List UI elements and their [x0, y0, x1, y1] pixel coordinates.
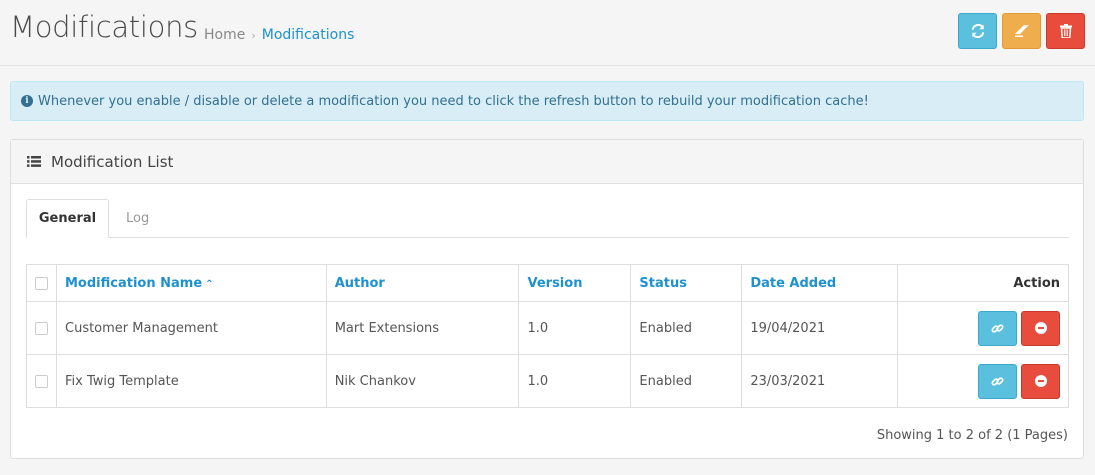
cell-version: 1.0 — [518, 354, 632, 408]
table-row: Customer Management Mart Extensions 1.0 … — [26, 301, 1069, 355]
info-alert-text: Whenever you enable / disable or delete … — [38, 93, 869, 109]
table-header-row: Modification Name ⌃ Author Version Status… — [26, 264, 1069, 302]
delete-button[interactable] — [1046, 13, 1085, 49]
clear-button[interactable] — [1002, 13, 1041, 49]
column-header-action: Action — [897, 264, 1069, 302]
list-icon — [27, 156, 41, 167]
cell-status: Enabled — [630, 354, 743, 408]
row-checkbox[interactable] — [35, 374, 48, 388]
row-select-cell — [26, 301, 57, 355]
cell-version: 1.0 — [518, 301, 632, 355]
modifications-table: Modification Name ⌃ Author Version Status… — [26, 264, 1069, 408]
breadcrumb-modifications-link[interactable]: Modifications — [262, 27, 355, 43]
table-row: Fix Twig Template Nik Chankov 1.0 Enable… — [26, 354, 1069, 408]
modification-list-panel: Modification List General Log Modificati… — [10, 139, 1084, 459]
breadcrumb-home-link[interactable]: Home — [204, 27, 245, 43]
column-header-status[interactable]: Status — [630, 264, 743, 302]
page-header: Modifications Home › Modifications — [0, 0, 1095, 66]
disable-button[interactable] — [1021, 310, 1060, 346]
row-checkbox[interactable] — [35, 321, 48, 335]
cell-name: Fix Twig Template — [56, 354, 327, 408]
cell-action — [897, 354, 1069, 408]
cell-author: Mart Extensions — [325, 301, 520, 355]
minus-circle-icon — [1034, 375, 1047, 387]
pagination-info: Showing 1 to 2 of 2 (1 Pages) — [876, 428, 1068, 443]
link-icon — [991, 376, 1004, 386]
eraser-icon — [1014, 25, 1029, 37]
column-header-date-added[interactable]: Date Added — [741, 264, 899, 302]
breadcrumb-separator: › — [251, 28, 256, 42]
link-icon — [991, 323, 1004, 333]
cell-author: Nik Chankov — [325, 354, 520, 408]
info-circle-icon: i — [21, 95, 33, 107]
cell-date-added: 23/03/2021 — [741, 354, 899, 408]
page-title: Modifications — [10, 10, 198, 44]
minus-circle-icon — [1034, 322, 1047, 334]
column-header-name[interactable]: Modification Name ⌃ — [56, 264, 327, 302]
cell-action — [897, 301, 1069, 355]
trash-icon — [1059, 24, 1072, 38]
column-header-version[interactable]: Version — [518, 264, 632, 302]
select-all-cell — [26, 264, 57, 302]
tab-general[interactable]: General — [26, 199, 109, 238]
link-button[interactable] — [978, 363, 1017, 399]
panel-heading: Modification List — [11, 140, 1083, 184]
select-all-checkbox[interactable] — [35, 276, 48, 290]
link-button[interactable] — [978, 310, 1017, 346]
row-select-cell — [26, 354, 57, 408]
refresh-icon — [971, 24, 984, 38]
info-alert: i Whenever you enable / disable or delet… — [10, 81, 1084, 121]
tab-bar: General Log — [26, 199, 1069, 238]
column-header-name-label[interactable]: Modification Name — [65, 276, 202, 291]
cell-status: Enabled — [630, 301, 743, 355]
sort-caret-up-icon: ⌃ — [205, 278, 214, 290]
disable-button[interactable] — [1021, 363, 1060, 399]
column-header-author[interactable]: Author — [325, 264, 520, 302]
breadcrumb: Home › Modifications — [204, 27, 354, 43]
cell-date-added: 19/04/2021 — [741, 301, 899, 355]
refresh-button[interactable] — [958, 13, 997, 49]
tab-log[interactable]: Log — [126, 199, 149, 238]
panel-title: Modification List — [51, 152, 174, 171]
cell-name: Customer Management — [56, 301, 327, 355]
